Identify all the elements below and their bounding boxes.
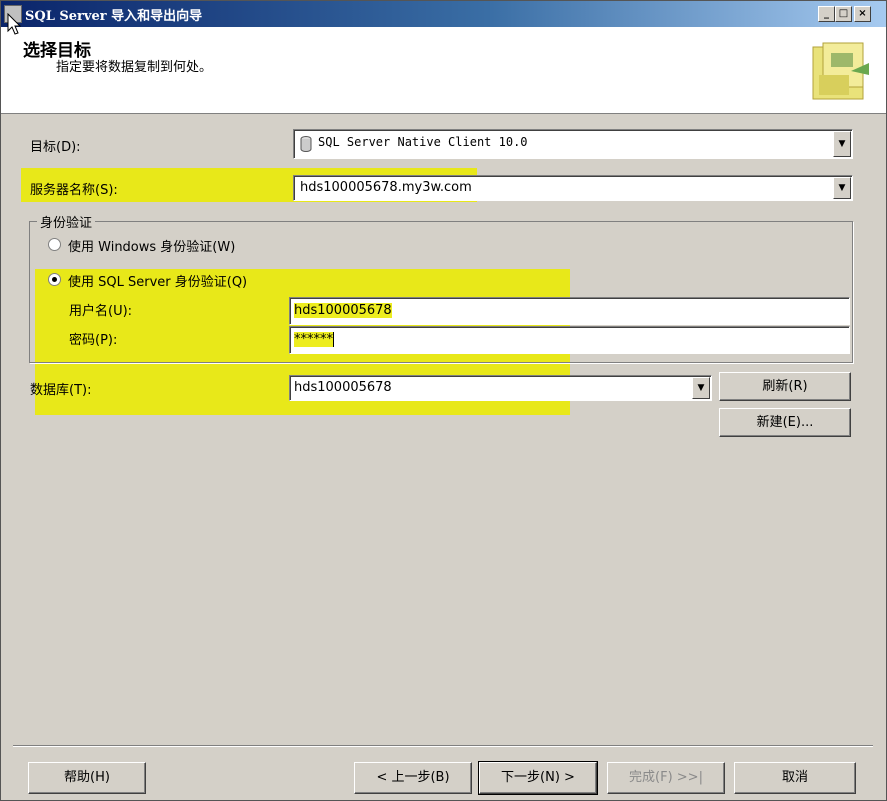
- server-name-label: 服务器名称(S):: [30, 183, 118, 198]
- dropdown-arrow-icon[interactable]: ▼: [833, 177, 851, 199]
- finish-button: 完成(F) >>|: [607, 762, 725, 794]
- username-input[interactable]: hds100005678: [289, 297, 850, 325]
- footer-separator: [13, 745, 873, 747]
- database-combobox[interactable]: hds100005678 ▼: [289, 375, 712, 401]
- password-value: ******: [294, 332, 334, 347]
- password-input[interactable]: ******: [289, 326, 850, 354]
- server-name-combobox[interactable]: hds100005678.my3w.com ▼: [293, 175, 853, 201]
- help-button[interactable]: 帮助(H): [28, 762, 146, 794]
- refresh-button[interactable]: 刷新(R): [719, 372, 851, 401]
- database-icon: [300, 136, 312, 152]
- dropdown-arrow-icon[interactable]: ▼: [833, 131, 851, 157]
- password-label: 密码(P):: [69, 333, 118, 348]
- new-database-button[interactable]: 新建(E)...: [719, 408, 851, 437]
- username-value: hds100005678: [294, 303, 392, 318]
- username-label: 用户名(U):: [69, 304, 133, 319]
- sql-auth-radio[interactable]: [48, 273, 61, 286]
- minimize-icon[interactable]: _: [818, 6, 835, 22]
- back-button[interactable]: < 上一步(B): [354, 762, 472, 794]
- sql-auth-label[interactable]: 使用 SQL Server 身份验证(Q): [68, 271, 247, 290]
- cancel-button[interactable]: 取消: [734, 762, 856, 794]
- destination-dropdown[interactable]: SQL Server Native Client 10.0 ▼: [293, 129, 853, 159]
- auth-group-title: 身份验证: [37, 212, 96, 231]
- database-label: 数据库(T):: [30, 383, 92, 398]
- window-title: SQL Server 导入和导出向导: [25, 9, 203, 24]
- wizard-window: SQL Server 导入和导出向导 _ □ × 选择目标 指定要将数据复制到何…: [0, 0, 887, 801]
- close-icon[interactable]: ×: [854, 6, 871, 22]
- destination-label: 目标(D):: [30, 140, 81, 155]
- destination-value: SQL Server Native Client 10.0: [318, 135, 528, 149]
- windows-auth-radio[interactable]: [48, 238, 61, 251]
- database-value: hds100005678: [294, 380, 392, 395]
- next-button[interactable]: 下一步(N) >: [478, 761, 598, 795]
- page-subtitle: 指定要将数据复制到何处。: [56, 60, 213, 75]
- wizard-header-graphic: [812, 42, 869, 100]
- title-bar[interactable]: SQL Server 导入和导出向导 _ □ ×: [1, 1, 886, 27]
- dropdown-arrow-icon[interactable]: ▼: [692, 377, 710, 399]
- server-name-value: hds100005678.my3w.com: [300, 180, 472, 195]
- windows-auth-label[interactable]: 使用 Windows 身份验证(W): [68, 236, 235, 255]
- maximize-icon[interactable]: □: [835, 6, 852, 22]
- wizard-header: 选择目标 指定要将数据复制到何处。: [1, 27, 886, 114]
- mouse-cursor-icon: [7, 13, 22, 35]
